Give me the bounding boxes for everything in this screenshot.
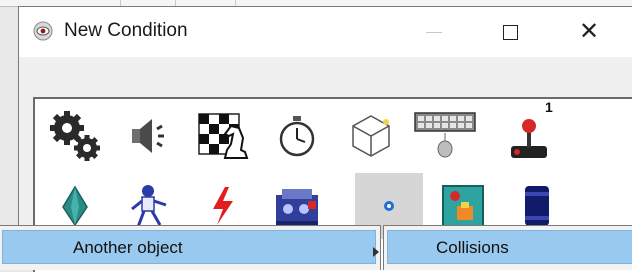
title-bar[interactable]: New Condition ✕ bbox=[19, 7, 632, 57]
player-number-label: 1 bbox=[545, 99, 553, 115]
stopwatch-icon[interactable] bbox=[263, 103, 331, 169]
menu-item-label: Another object bbox=[73, 238, 183, 257]
lightning-icon-graphic bbox=[213, 187, 233, 225]
gears-icon-graphic bbox=[50, 111, 100, 161]
cube-icon[interactable] bbox=[337, 103, 405, 169]
chess-icon-graphic bbox=[198, 113, 249, 159]
maximize-button[interactable] bbox=[475, 7, 545, 57]
eye-app-icon bbox=[33, 21, 53, 41]
gem-icon-graphic bbox=[62, 185, 88, 227]
menu-item-another-object[interactable]: Another object bbox=[2, 230, 379, 264]
submenu: Collisions bbox=[383, 225, 632, 270]
speaker-icon-graphic bbox=[132, 119, 164, 153]
stopwatch-icon-graphic bbox=[279, 116, 315, 157]
machine-icon-graphic bbox=[276, 189, 318, 225]
gears-icon[interactable] bbox=[41, 103, 109, 169]
menu-item-label: Collisions bbox=[436, 238, 509, 257]
close-icon: ✕ bbox=[578, 18, 600, 45]
character-icon-graphic bbox=[131, 185, 167, 228]
window-title: New Condition bbox=[64, 20, 188, 41]
submenu-arrow-icon bbox=[373, 247, 379, 257]
chess-icon[interactable] bbox=[189, 103, 257, 169]
minimize-button[interactable] bbox=[399, 7, 469, 57]
maximize-icon bbox=[502, 24, 518, 40]
dot-object-icon-graphic bbox=[384, 201, 394, 211]
joystick-icon-graphic bbox=[511, 119, 547, 158]
menu-item-collisions[interactable]: Collisions bbox=[387, 230, 632, 264]
speaker-icon[interactable] bbox=[115, 103, 183, 169]
keyboard-mouse-icon-graphic bbox=[414, 112, 476, 158]
joystick-icon[interactable]: 1 bbox=[495, 99, 563, 169]
cube-icon-graphic bbox=[352, 115, 390, 157]
minimize-icon bbox=[426, 31, 442, 33]
keyboard-mouse-icon[interactable] bbox=[411, 103, 479, 169]
context-menu: Another object bbox=[0, 225, 381, 270]
close-button[interactable]: ✕ bbox=[554, 7, 624, 57]
